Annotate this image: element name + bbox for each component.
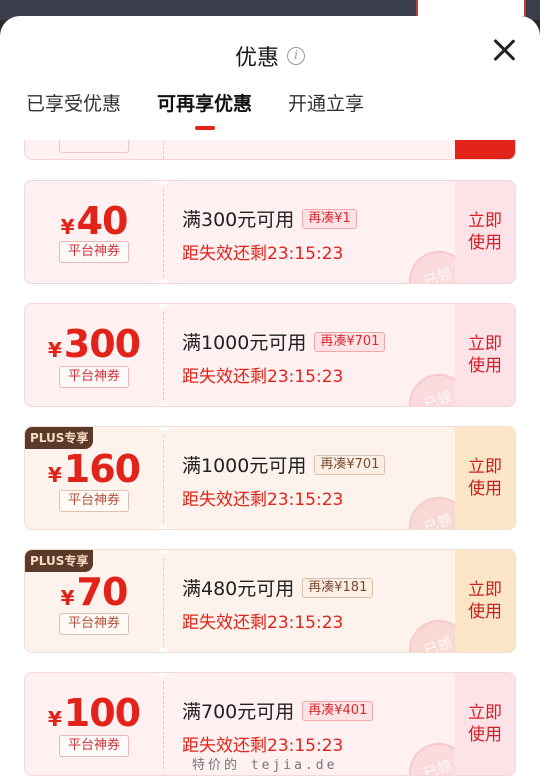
coupon-card: ¥300 平台神券 满1000元可用 再凑¥701 距失效还剩23:15:23 … (24, 303, 516, 407)
coupon-countdown: 距失效还剩23:15:23 (182, 613, 344, 633)
coupon-value-area: ¥70 平台神券 (25, 550, 163, 652)
tab-label: 开通立享 (288, 93, 365, 115)
coupon-condition-row: 满1000元可用 再凑¥701 (182, 328, 386, 355)
coupon-amount: ¥300 (47, 322, 141, 366)
still-need-badge[interactable]: 再凑¥401 (302, 700, 374, 721)
coupon-notch (158, 427, 168, 431)
coupon-value-area: ¥100 平台神券 (25, 673, 163, 775)
page-title-row: 优惠 i (0, 40, 540, 72)
coupon-category-tag: 平台神券 (59, 735, 129, 757)
use-now-button[interactable]: 立即使用 (455, 550, 515, 652)
tab-available-discounts[interactable]: 可再享优惠 (157, 92, 252, 132)
page-title: 优惠 (234, 46, 279, 71)
coupon-amount: ¥40 (60, 199, 129, 243)
close-icon[interactable] (492, 38, 516, 62)
use-now-label: 立即使用 (468, 457, 502, 499)
active-tab-indicator (194, 126, 215, 130)
coupon-notch (158, 525, 168, 529)
still-need-badge[interactable]: 再凑¥1 (302, 208, 357, 229)
coupon-card-partial (24, 140, 516, 160)
info-icon[interactable]: i (287, 47, 305, 65)
coupon-sheet: 优惠 i 已享受优惠 可再享优惠 开通立享 ¥40 平台神券 满300元可用 再… (0, 16, 540, 783)
coupon-notch (158, 550, 168, 554)
coupon-condition: 满700元可用 (182, 701, 295, 723)
coupon-condition: 满1000元可用 (182, 455, 307, 477)
coupon-divider (163, 435, 164, 523)
still-need-badge[interactable]: 再凑¥701 (314, 331, 386, 352)
coupon-card: ¥40 平台神券 满300元可用 再凑¥1 距失效还剩23:15:23 已领 立… (24, 180, 516, 284)
watermark-text: 特价的 tejia.de (192, 758, 338, 773)
coupon-notch (158, 279, 168, 283)
coupon-notch (158, 402, 168, 406)
still-need-badge[interactable]: 再凑¥701 (314, 454, 386, 475)
coupon-amount: ¥70 (60, 570, 129, 614)
use-now-label: 立即使用 (468, 334, 502, 376)
use-now-label: 立即使用 (468, 580, 502, 622)
coupon-condition-row: 满700元可用 再凑¥401 (182, 697, 374, 724)
tab-used-discounts[interactable]: 已享受优惠 (26, 92, 121, 132)
coupon-value-area: ¥40 平台神券 (25, 181, 163, 283)
coupon-condition: 满480元可用 (182, 578, 295, 600)
sheet-header: 优惠 i (0, 16, 540, 92)
coupon-divider (163, 140, 164, 159)
coupon-countdown: 距失效还剩23:15:23 (182, 736, 344, 756)
coupon-category-tag: 平台神券 (59, 613, 129, 635)
coupon-condition-row: 满300元可用 再凑¥1 (182, 205, 357, 232)
coupon-value-area: ¥160 平台神券 (25, 427, 163, 529)
coupon-notch (158, 304, 168, 308)
coupon-countdown: 距失效还剩23:15:23 (182, 244, 344, 264)
use-button-partial[interactable] (455, 140, 515, 159)
coupon-divider (163, 558, 164, 646)
coupon-notch (158, 673, 168, 677)
coupon-divider (163, 312, 164, 400)
coupon-amount: ¥100 (47, 691, 141, 735)
coupon-category-tag: 平台神券 (59, 490, 129, 512)
coupon-condition: 满300元可用 (182, 209, 295, 231)
tab-activate-plus[interactable]: 开通立享 (288, 92, 364, 132)
use-now-button[interactable]: 立即使用 (455, 673, 515, 775)
coupon-notch (158, 181, 168, 185)
use-now-button[interactable]: 立即使用 (455, 181, 515, 283)
coupon-countdown: 距失效还剩23:15:23 (182, 490, 344, 510)
tab-label: 可再享优惠 (157, 93, 253, 115)
coupon-card-plus: PLUS专享 ¥160 平台神券 满1000元可用 再凑¥701 距失效还剩23… (24, 426, 516, 530)
tab-label: 已享受优惠 (26, 93, 122, 115)
use-now-button[interactable]: 立即使用 (455, 304, 515, 406)
still-need-badge[interactable]: 再凑¥181 (302, 577, 374, 598)
coupon-condition-row: 满1000元可用 再凑¥701 (182, 451, 386, 478)
coupon-countdown: 距失效还剩23:15:23 (182, 367, 344, 387)
use-now-label: 立即使用 (468, 211, 502, 253)
coupon-category-tag: 平台神券 (59, 241, 129, 263)
coupon-notch (158, 648, 168, 652)
coupon-category-tag-partial (59, 140, 129, 153)
coupon-divider (163, 681, 164, 769)
coupon-list[interactable]: ¥40 平台神券 满300元可用 再凑¥1 距失效还剩23:15:23 已领 立… (0, 140, 540, 783)
use-now-button[interactable]: 立即使用 (455, 427, 515, 529)
coupon-category-tag: 平台神券 (59, 366, 129, 388)
coupon-condition: 满1000元可用 (182, 332, 307, 354)
use-now-label: 立即使用 (468, 703, 502, 745)
tab-bar: 已享受优惠 可再享优惠 开通立享 (26, 92, 364, 132)
coupon-amount: ¥160 (47, 447, 141, 491)
coupon-condition-row: 满480元可用 再凑¥181 (182, 574, 374, 601)
coupon-card-plus: PLUS专享 ¥70 平台神券 满480元可用 再凑¥181 距失效还剩23:1… (24, 549, 516, 653)
coupon-divider (163, 189, 164, 277)
coupon-value-area: ¥300 平台神券 (25, 304, 163, 406)
